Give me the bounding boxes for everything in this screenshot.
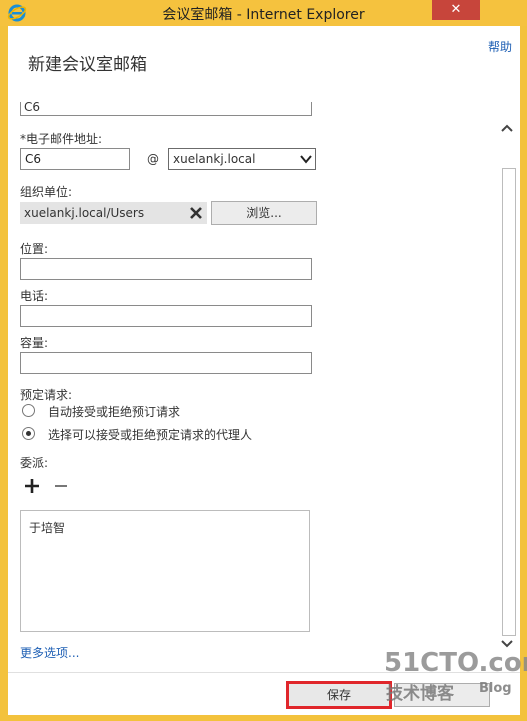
scrollbar-thumb[interactable]	[502, 168, 516, 636]
watermark-site: 51CTO.com	[384, 648, 527, 678]
previous-field-input[interactable]: C6	[20, 102, 312, 116]
delegates-list[interactable]: 于培智	[20, 510, 310, 632]
capacity-label: 容量:	[20, 336, 49, 350]
watermark-blog: Blog	[479, 681, 512, 696]
delegates-label: 委派:	[20, 456, 49, 470]
radio-delegate[interactable]	[22, 427, 35, 440]
chevron-down-icon	[300, 155, 312, 164]
capacity-input[interactable]	[20, 352, 312, 374]
page-title: 新建会议室邮箱	[28, 55, 147, 75]
ou-label: 组织单位:	[20, 185, 73, 199]
domain-select-value: xuelankj.local	[173, 152, 256, 166]
radio-delegate-label: 选择可以接受或拒绝预定请求的代理人	[48, 428, 253, 442]
at-sign: @	[147, 152, 159, 166]
radio-auto-label: 自动接受或拒绝预订请求	[48, 405, 181, 419]
dialog-window: 帮助 新建会议室邮箱 C6 *电子邮件地址: C6 @ xuelankj.loc…	[8, 26, 520, 715]
x-icon[interactable]	[189, 206, 203, 220]
minus-icon[interactable]	[54, 478, 68, 494]
email-label: *电子邮件地址:	[20, 132, 103, 146]
more-options-link[interactable]: 更多选项...	[20, 644, 79, 661]
help-link[interactable]: 帮助	[488, 38, 512, 55]
phone-input[interactable]	[20, 305, 312, 327]
ou-field: xuelankj.local/Users	[20, 202, 207, 224]
browse-button[interactable]: 浏览...	[211, 201, 317, 225]
ou-value: xuelankj.local/Users	[24, 206, 145, 220]
plus-icon[interactable]	[24, 478, 40, 494]
booking-label: 预定请求:	[20, 388, 73, 402]
domain-select[interactable]: xuelankj.local	[168, 148, 316, 170]
phone-label: 电话:	[20, 289, 49, 303]
close-button[interactable]: ✕	[432, 0, 480, 20]
location-label: 位置:	[20, 242, 49, 256]
watermark-subtitle: 技术博客	[386, 684, 454, 704]
window-bottom-border	[0, 715, 527, 721]
save-button[interactable]: 保存	[286, 681, 392, 709]
email-alias-input[interactable]: C6	[20, 148, 130, 170]
title-bar: 会议室邮箱 - Internet Explorer ✕	[0, 0, 527, 26]
list-item[interactable]: 于培智	[29, 519, 65, 536]
location-input[interactable]	[20, 258, 312, 280]
scroll-up-icon[interactable]	[499, 120, 515, 136]
form-panel: C6 *电子邮件地址: C6 @ xuelankj.local 组织单位: xu…	[8, 102, 520, 662]
radio-auto[interactable]	[22, 404, 35, 417]
